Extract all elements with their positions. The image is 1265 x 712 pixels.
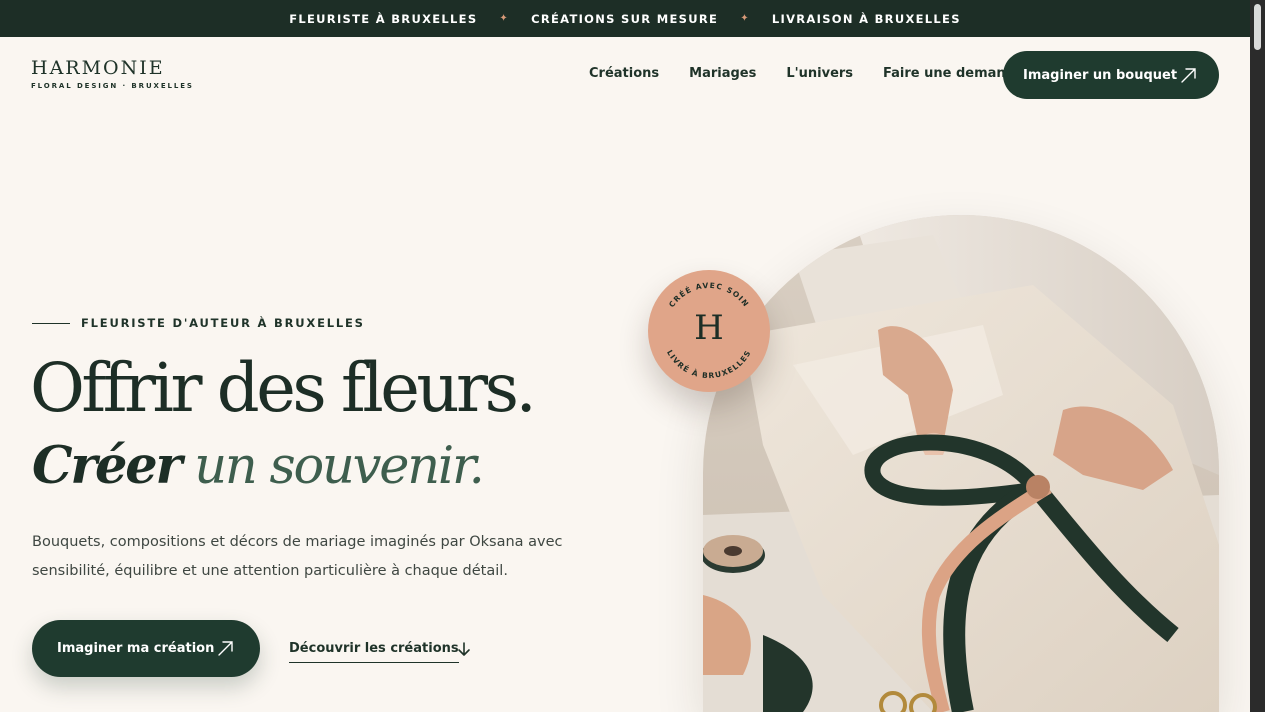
- badge-bottom-text: LIVRÉ À BRUXELLES: [665, 348, 752, 380]
- hero-title: Offrir des fleurs.: [30, 349, 537, 427]
- imagine-bouquet-label: Imaginer un bouquet: [1023, 67, 1178, 83]
- scrollbar-thumb[interactable]: [1254, 4, 1261, 50]
- nav-item-creations[interactable]: Créations: [589, 66, 659, 81]
- site-header: HARMONIE FLORAL DESIGN · BRUXELLES Créat…: [0, 37, 1250, 113]
- badge-top-text: CRÉÉ AVEC SOIN: [667, 281, 750, 309]
- imagine-creation-label: Imaginer ma création: [57, 641, 215, 656]
- eyebrow-text: FLEURISTE D'AUTEUR À BRUXELLES: [81, 316, 365, 330]
- arrow-up-right-icon: [1181, 68, 1196, 83]
- hero-lead: Bouquets, compositions et décors de mari…: [32, 534, 563, 579]
- discover-creations-link[interactable]: Découvrir les créations: [289, 641, 459, 663]
- quality-badge: CRÉÉ AVEC SOIN LIVRÉ À BRUXELLES H: [648, 270, 770, 392]
- hero-subtitle-emphasis: Créer: [32, 436, 182, 496]
- badge-monogram: H: [694, 308, 724, 348]
- announcement-bar: FLEURISTE À BRUXELLES ✦ CRÉATIONS SUR ME…: [0, 0, 1250, 37]
- svg-text:CRÉÉ AVEC SOIN: CRÉÉ AVEC SOIN: [667, 281, 751, 309]
- announcement-item-1: FLEURISTE À BRUXELLES: [289, 11, 478, 26]
- hero-eyebrow: FLEURISTE D'AUTEUR À BRUXELLES: [32, 316, 365, 330]
- sparkle-icon: ✦: [499, 13, 510, 24]
- hero-subtitle: Créer un souvenir.: [32, 430, 485, 503]
- page-scrollbar[interactable]: [1250, 0, 1265, 712]
- announcement-item-3: LIVRAISON À BRUXELLES: [771, 11, 961, 26]
- announcement-item-2: CRÉATIONS SUR MESURE: [531, 11, 719, 26]
- svg-text:LIVRÉ À BRUXELLES: LIVRÉ À BRUXELLES: [665, 348, 753, 380]
- arrow-up-right-icon: [218, 641, 233, 656]
- brand-tagline: FLORAL DESIGN · BRUXELLES: [31, 82, 194, 90]
- hero-photo: [703, 215, 1219, 712]
- sparkle-icon: ✦: [740, 13, 750, 24]
- imagine-creation-button[interactable]: Imaginer ma création: [32, 620, 260, 677]
- nav-item-univers[interactable]: L'univers: [786, 66, 853, 81]
- imagine-bouquet-button[interactable]: Imaginer un bouquet: [1003, 51, 1219, 99]
- brand-name: HARMONIE: [31, 57, 165, 79]
- eyebrow-line: [32, 322, 70, 324]
- logo[interactable]: HARMONIE FLORAL DESIGN · BRUXELLES: [31, 57, 194, 90]
- main-nav: Créations Mariages L'univers Faire une d…: [589, 66, 1024, 81]
- hero-subtitle-rest: un souvenir.: [180, 437, 485, 496]
- nav-item-mariages[interactable]: Mariages: [689, 66, 756, 81]
- arrow-down-icon[interactable]: [456, 640, 472, 658]
- gift-wrapping-illustration: [703, 215, 1219, 712]
